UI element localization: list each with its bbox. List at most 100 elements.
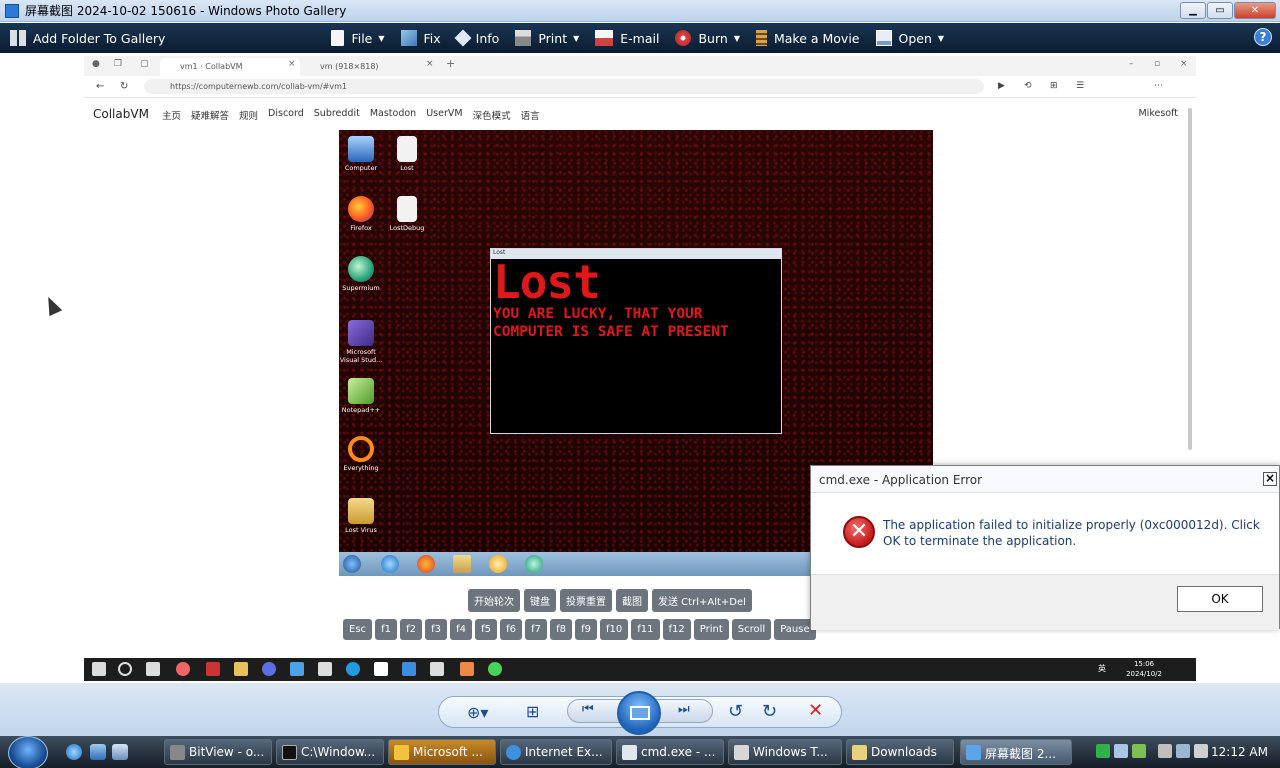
key-f12[interactable]: f12 [662, 619, 691, 640]
browser-minimize-icon[interactable]: – [1129, 59, 1134, 69]
add-folder-button[interactable]: Add Folder To Gallery [0, 23, 173, 53]
host-app-icon[interactable] [488, 662, 502, 676]
menu-mastodon[interactable]: Mastodon [370, 108, 416, 122]
desktop-icon-computer[interactable]: Computer [339, 136, 383, 172]
tray-app-icon[interactable] [1096, 744, 1110, 758]
desktop-icon-everything[interactable]: Everything [339, 436, 383, 472]
reader-icon[interactable]: ⊞ [1050, 81, 1058, 91]
key-f9[interactable]: f9 [575, 619, 598, 640]
key-esc[interactable]: Esc [343, 619, 373, 640]
next-icon[interactable]: ⏭ [678, 702, 690, 717]
key-scroll[interactable]: Scroll [731, 619, 772, 640]
taskbar-item-downloads[interactable]: Downloads [846, 739, 954, 765]
url-field[interactable]: https://computernewb.com/collab-vm/#vm1 [144, 79, 984, 94]
taskbar-item-microsoft[interactable]: Microsoft ... [388, 739, 496, 765]
ok-button[interactable]: OK [1177, 586, 1263, 612]
close-button[interactable]: ✕ [1234, 2, 1276, 19]
new-tab-icon[interactable]: + [446, 57, 455, 70]
lost-window[interactable]: Lost Lost YOU ARE LUCKY, THAT YOUR COMPU… [490, 248, 782, 434]
desktop-icon-lost-virus[interactable]: Lost Virus [339, 498, 383, 534]
host-app-icon[interactable] [402, 662, 416, 676]
delete-icon[interactable]: ✕ [808, 700, 823, 721]
vm-start-orb-icon[interactable] [343, 555, 361, 573]
desktop-icon-supermium[interactable]: Supermium [339, 256, 383, 292]
user-menu[interactable]: Mikesoft [1138, 108, 1178, 119]
key-f5[interactable]: f5 [475, 619, 498, 640]
key-f10[interactable]: f10 [600, 619, 629, 640]
menu-subreddit[interactable]: Subreddit [314, 108, 360, 122]
tab-close-icon[interactable]: × [288, 59, 296, 69]
key-f4[interactable]: f4 [450, 619, 473, 640]
show-desktop-icon[interactable] [90, 744, 106, 760]
file-menu[interactable]: File ▼ [323, 23, 392, 53]
ie-quicklaunch-icon[interactable] [66, 744, 82, 760]
slideshow-button[interactable] [617, 691, 661, 735]
host-app-icon[interactable] [430, 662, 444, 676]
taskbar-item-internet-explorer[interactable]: Internet Ex... [500, 739, 612, 765]
minimize-button[interactable]: ▁ [1180, 2, 1206, 19]
host-app-icon[interactable] [318, 662, 332, 676]
browser-tab-1[interactable]: vm1 · CollabVM [160, 58, 300, 76]
screenshot-button[interactable]: 截图 [616, 589, 648, 612]
switch-windows-icon[interactable] [112, 744, 128, 760]
host-search-icon[interactable] [118, 662, 132, 676]
taskbar-clock[interactable]: 12:12 AM [1211, 745, 1268, 759]
tray-app-icon[interactable] [1132, 744, 1146, 758]
menu-faq[interactable]: 疑难解答 [191, 108, 229, 122]
menu-discord[interactable]: Discord [268, 108, 304, 122]
email-button[interactable]: E-mail [587, 23, 667, 53]
desktop-icon-firefox[interactable]: Firefox [339, 196, 383, 232]
vm-media-player-icon[interactable] [489, 555, 507, 573]
burn-menu[interactable]: Burn ▼ [667, 23, 748, 53]
taskbar-item-cmd-error[interactable]: cmd.exe - ... [616, 739, 724, 765]
menu-rules[interactable]: 规则 [239, 108, 258, 122]
ctrl-alt-del-button[interactable]: 发送 Ctrl+Alt+Del [652, 589, 752, 612]
vm-supermium-icon[interactable] [525, 555, 543, 573]
taskbar-item-bitview[interactable]: BitView - o... [164, 739, 272, 765]
site-brand[interactable]: CollabVM [93, 107, 149, 121]
previous-icon[interactable]: ⏮ [582, 702, 594, 717]
host-explorer-icon[interactable] [234, 662, 248, 676]
info-button[interactable]: Info [449, 23, 508, 53]
taskbar-item-windows-task[interactable]: Windows T... [728, 739, 842, 765]
keyboard-button[interactable]: 键盘 [524, 589, 556, 612]
key-f6[interactable]: f6 [500, 619, 523, 640]
network-icon[interactable] [1158, 744, 1172, 758]
desktop-icon-lost[interactable]: Lost [385, 136, 429, 172]
collections-icon[interactable]: ☰ [1076, 81, 1084, 91]
more-icon[interactable]: ⋯ [1154, 81, 1163, 91]
desktop-icon-visual-studio[interactable]: Microsoft Visual Stud... [339, 320, 383, 364]
vm-ie-icon[interactable] [381, 555, 399, 573]
host-app-icon[interactable] [176, 662, 190, 676]
menu-language[interactable]: 语言 [521, 108, 540, 122]
extension-icon[interactable]: ⟲ [1024, 81, 1032, 91]
key-f7[interactable]: f7 [525, 619, 548, 640]
browser-close-icon[interactable]: × [1180, 59, 1188, 69]
key-f1[interactable]: f1 [375, 619, 398, 640]
key-f8[interactable]: f8 [550, 619, 573, 640]
vm-firefox-icon[interactable] [417, 555, 435, 573]
host-start-icon[interactable] [92, 662, 106, 676]
desktop-icon-lostdebug[interactable]: LostDebug [385, 196, 429, 232]
volume-icon[interactable] [1176, 744, 1190, 758]
host-ime-indicator[interactable]: 英 [1098, 663, 1106, 674]
print-menu[interactable]: Print ▼ [507, 23, 587, 53]
rotate-left-icon[interactable]: ↺ [728, 701, 743, 722]
key-f2[interactable]: f2 [400, 619, 423, 640]
tray-app-icon[interactable] [1194, 744, 1208, 758]
menu-dark-mode[interactable]: 深色模式 [473, 108, 511, 122]
taskbar-item-cmd-window[interactable]: C:\Window... [276, 739, 384, 765]
rotate-right-icon[interactable]: ↻ [762, 701, 777, 722]
host-app-icon[interactable] [290, 662, 304, 676]
open-menu[interactable]: Open ▼ [868, 23, 953, 53]
vote-reset-button[interactable]: 投票重置 [560, 589, 612, 612]
vm-explorer-icon[interactable] [453, 555, 471, 573]
host-edge-icon[interactable] [346, 662, 360, 676]
key-f11[interactable]: f11 [631, 619, 660, 640]
actual-size-icon[interactable]: ⊞ [526, 702, 539, 721]
key-print[interactable]: Print [693, 619, 729, 640]
dialog-close-button[interactable]: × [1263, 472, 1277, 486]
help-button[interactable]: ? [1254, 28, 1272, 46]
menu-home[interactable]: 主页 [162, 108, 181, 122]
reload-icon[interactable]: ↻ [120, 81, 128, 92]
